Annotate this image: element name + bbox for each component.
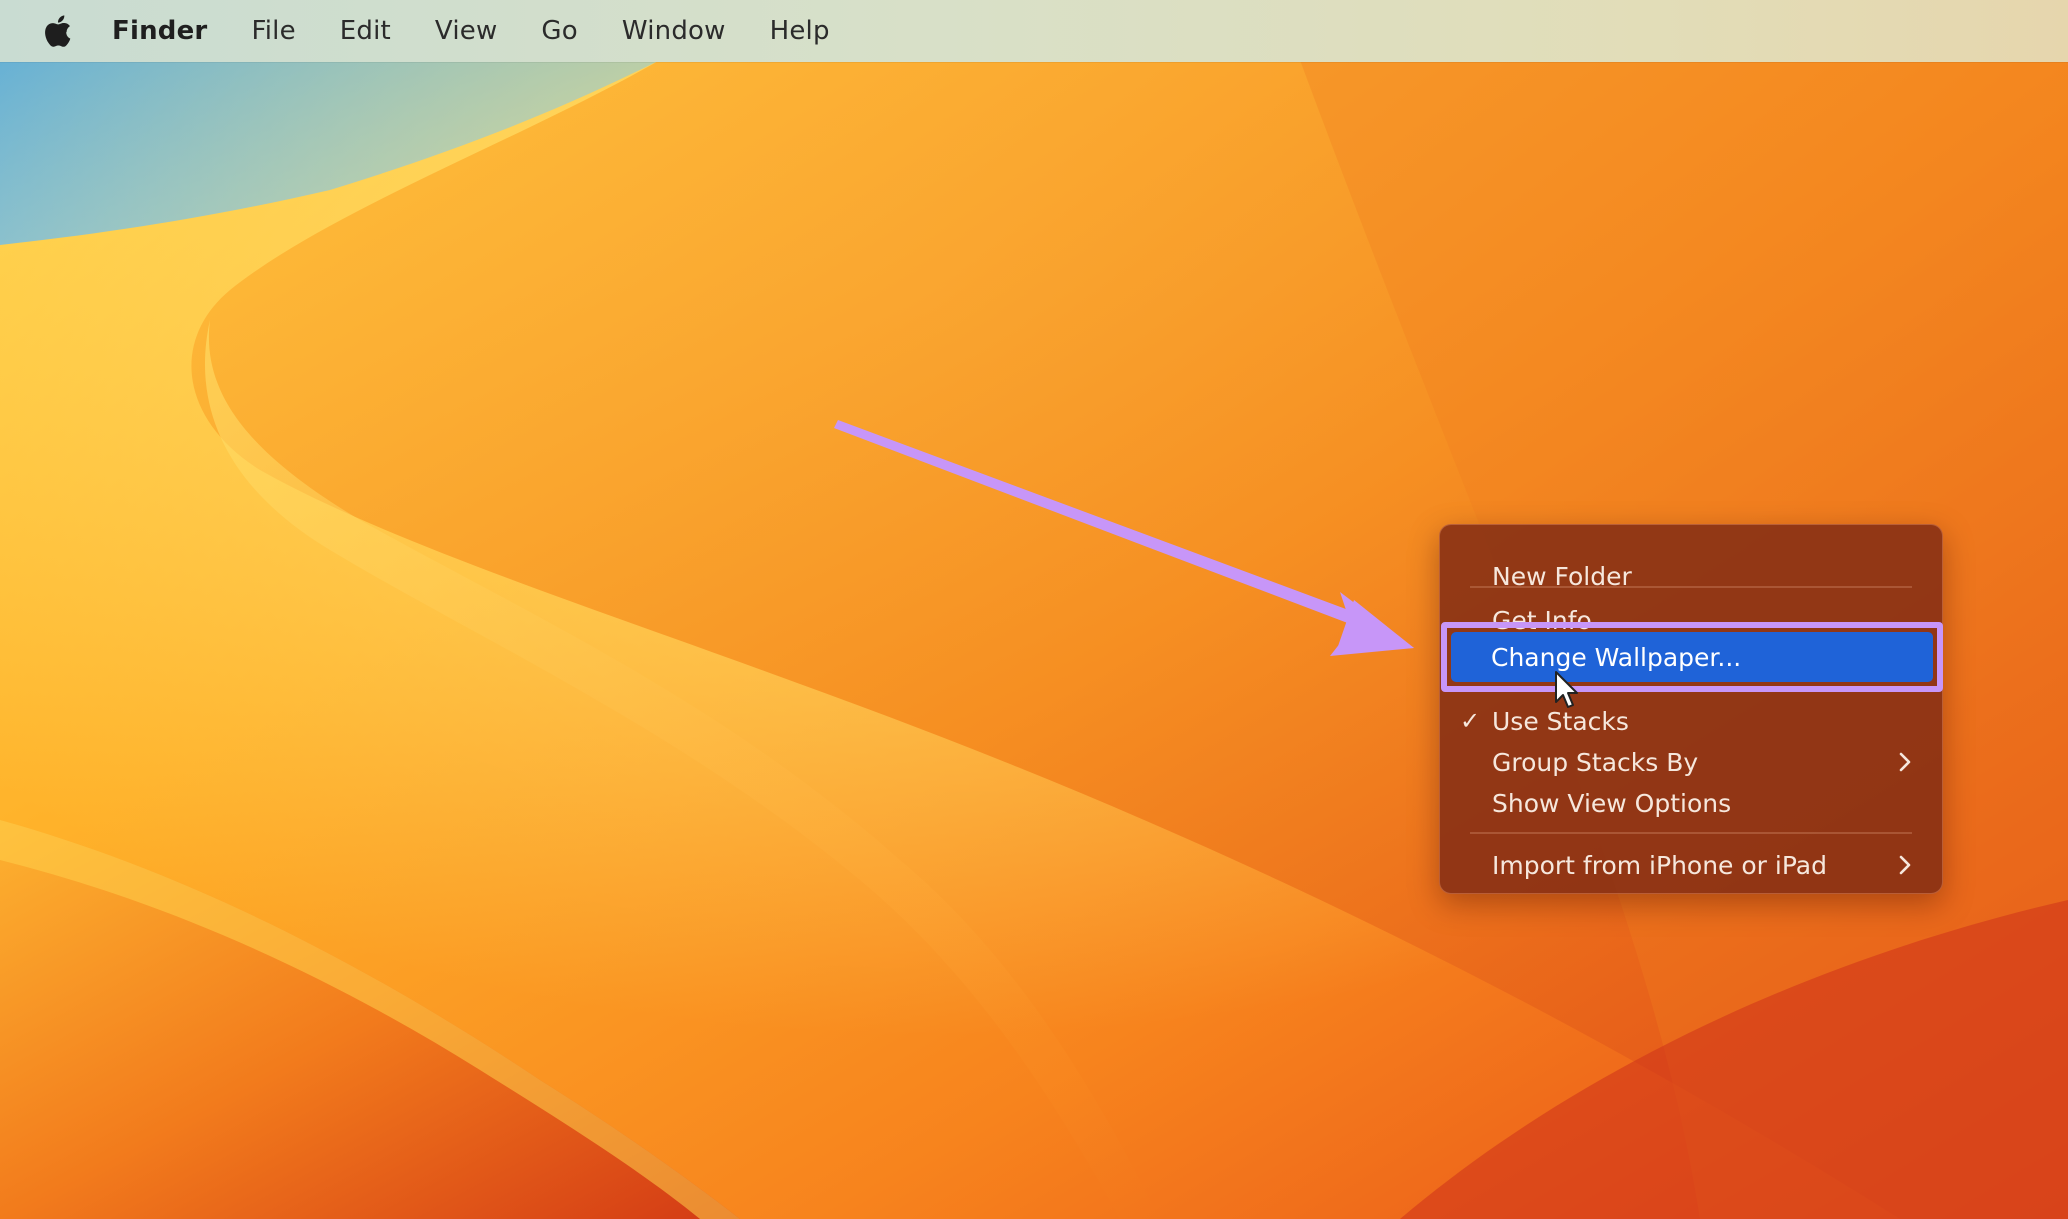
chevron-right-icon: [1899, 752, 1911, 772]
menu-item-label: Group Stacks By: [1492, 747, 1699, 777]
menubar-help[interactable]: Help: [770, 16, 830, 46]
menu-item-group-stacks-by[interactable]: Group Stacks By: [1440, 742, 1942, 782]
menu-item-label: Import from iPhone or iPad: [1492, 850, 1827, 880]
annotation-highlight-box: [1441, 622, 1943, 692]
menubar-window[interactable]: Window: [622, 16, 726, 46]
menubar-edit[interactable]: Edit: [340, 16, 391, 46]
menu-separator: [1470, 586, 1912, 588]
menubar-file[interactable]: File: [251, 16, 295, 46]
menu-item-use-stacks[interactable]: ✓ Use Stacks: [1440, 701, 1942, 741]
checkmark-icon: ✓: [1460, 707, 1481, 735]
menu-item-label: Show View Options: [1492, 788, 1732, 818]
menubar-view[interactable]: View: [435, 16, 498, 46]
menubar-app-finder[interactable]: Finder: [112, 16, 207, 46]
menu-item-show-view-options[interactable]: Show View Options: [1440, 783, 1942, 823]
menu-item-label: Use Stacks: [1492, 706, 1629, 736]
menubar-go[interactable]: Go: [541, 16, 577, 46]
apple-logo-icon[interactable]: [40, 13, 74, 49]
chevron-right-icon: [1899, 855, 1911, 875]
desktop[interactable]: Finder File Edit View Go Window Help New…: [0, 0, 2068, 1219]
menu-item-new-folder[interactable]: New Folder: [1440, 556, 1942, 596]
menu-item-import-from-device[interactable]: Import from iPhone or iPad: [1440, 845, 1942, 885]
desktop-context-menu: New Folder Get Info ✓ Use Stacks Group S…: [1439, 524, 1943, 894]
menu-separator: [1470, 832, 1912, 834]
menu-bar: Finder File Edit View Go Window Help: [0, 0, 2068, 62]
